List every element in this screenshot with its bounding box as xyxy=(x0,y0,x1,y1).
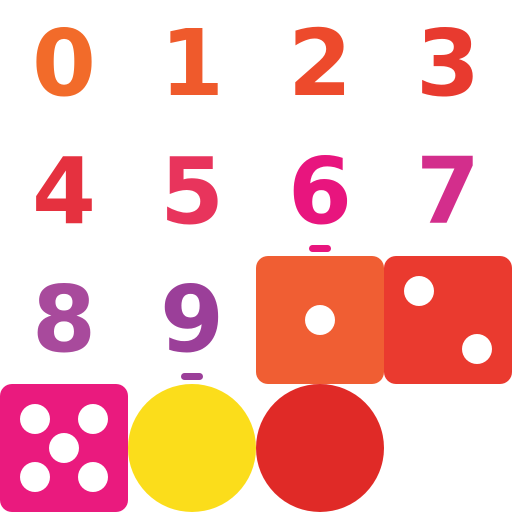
digit-3: 3 xyxy=(415,10,480,117)
digit-6-glyph: 6 xyxy=(287,138,352,245)
die-pip xyxy=(19,462,50,493)
digit-7-cell: 7 xyxy=(384,128,512,256)
die-pip xyxy=(19,403,50,434)
digit-7: 7 xyxy=(415,138,480,245)
digit-9-cell: 9 xyxy=(128,256,256,384)
digit-8: 8 xyxy=(31,266,96,373)
die-five-icon xyxy=(0,384,128,512)
digit-0: 0 xyxy=(31,10,96,117)
digit-6: 6 xyxy=(288,146,352,252)
digit-9-underline-mark xyxy=(180,373,203,380)
digit-6-underline-mark xyxy=(308,245,331,252)
digit-9-glyph: 9 xyxy=(159,266,224,373)
die-pip xyxy=(462,334,493,365)
digit-5-cell: 5 xyxy=(128,128,256,256)
die-pip xyxy=(305,305,335,335)
digit-4-cell: 4 xyxy=(0,128,128,256)
digit-0-cell: 0 xyxy=(0,0,128,128)
red-ball-icon xyxy=(256,384,384,512)
digit-4: 4 xyxy=(31,138,96,245)
digit-8-cell: 8 xyxy=(0,256,128,384)
yellow-ball-icon xyxy=(128,384,256,512)
die-pip xyxy=(403,275,434,306)
die-one-icon xyxy=(256,256,384,384)
digit-2: 2 xyxy=(287,10,352,117)
die-pip xyxy=(78,403,109,434)
die-pip xyxy=(49,433,79,463)
digit-9: 9 xyxy=(160,274,224,380)
digit-1-cell: 1 xyxy=(128,0,256,128)
digit-2-cell: 2 xyxy=(256,0,384,128)
die-pip xyxy=(78,462,109,493)
digit-3-cell: 3 xyxy=(384,0,512,128)
digit-6-cell: 6 xyxy=(256,128,384,256)
digit-1: 1 xyxy=(159,10,224,117)
die-two-icon xyxy=(384,256,512,384)
digit-5: 5 xyxy=(159,138,224,245)
